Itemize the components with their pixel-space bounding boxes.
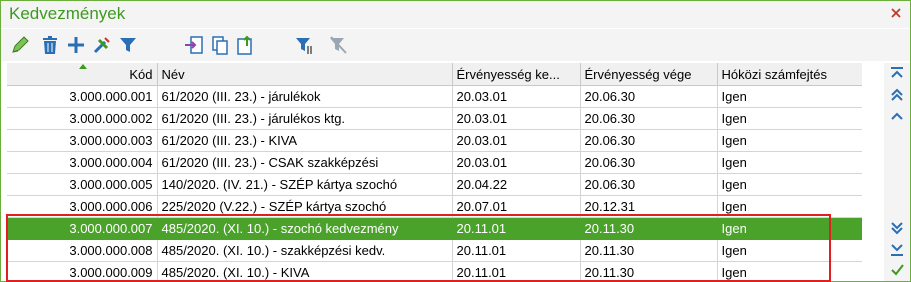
cell-hokozi: Igen xyxy=(717,217,862,240)
import-icon[interactable] xyxy=(181,32,207,58)
delete-icon[interactable] xyxy=(37,32,63,58)
sort-ascending-icon xyxy=(79,64,87,69)
cell-nev: 140/2020. (IV. 21.) - SZÉP kártya szochó xyxy=(157,173,453,196)
cell-kod: 3.000.000.006 xyxy=(7,195,158,218)
window-title: Kedvezmények xyxy=(9,4,126,23)
table-row[interactable]: 3.000.000.002 61/2020 (III. 23.) - járul… xyxy=(7,107,862,130)
first-page-icon[interactable] xyxy=(889,66,905,82)
cell-nev: 61/2020 (III. 23.) - járulékos ktg. xyxy=(157,107,453,130)
cell-hokozi: Igen xyxy=(717,129,862,152)
cell-nev: 61/2020 (III. 23.) - járulékok xyxy=(157,85,453,108)
title-bar: Kedvezmények xyxy=(1,1,910,28)
cell-kezdet: 20.03.01 xyxy=(452,85,581,108)
cell-vege: 20.06.30 xyxy=(580,129,718,152)
cell-vege: 20.11.30 xyxy=(580,239,718,262)
tools-icon[interactable] xyxy=(89,32,115,58)
export-icon[interactable] xyxy=(233,32,259,58)
column-header-hokozi[interactable]: Hóközi számfejtés xyxy=(717,63,862,86)
clear-filter-icon[interactable] xyxy=(325,32,351,58)
cell-nev: 485/2020. (XI. 10.) - szochó kedvezmény xyxy=(157,217,453,240)
cell-nev: 225/2020 (V.22.) - SZÉP kártya szochó xyxy=(157,195,453,218)
toolbar xyxy=(1,29,910,61)
dialog-window: Kedvezmények Kód Név Érvényesség ke... É… xyxy=(0,0,911,282)
cell-vege: 20.06.30 xyxy=(580,85,718,108)
page-up-icon[interactable] xyxy=(889,87,905,103)
table-row[interactable]: 3.000.000.009 485/2020. (XI. 10.) - KIVA… xyxy=(7,261,862,281)
cell-kezdet: 20.03.01 xyxy=(452,129,581,152)
cell-kezdet: 20.03.01 xyxy=(452,151,581,174)
cell-hokozi: Igen xyxy=(717,107,862,130)
close-icon[interactable] xyxy=(888,5,904,21)
cell-vege: 20.12.31 xyxy=(580,195,718,218)
last-page-icon[interactable] xyxy=(889,241,905,257)
cell-kod: 3.000.000.005 xyxy=(7,173,158,196)
confirm-icon[interactable] xyxy=(889,262,905,278)
cell-kezdet: 20.11.01 xyxy=(452,261,581,281)
table-row[interactable]: 3.000.000.006 225/2020 (V.22.) - SZÉP ká… xyxy=(7,195,862,218)
navigation-panel xyxy=(884,63,910,281)
cell-hokozi: Igen xyxy=(717,239,862,262)
cell-nev: 61/2020 (III. 23.) - KIVA xyxy=(157,129,453,152)
next-icon[interactable] xyxy=(889,220,905,236)
cell-nev: 61/2020 (III. 23.) - CSAK szakképzési xyxy=(157,151,453,174)
cell-hokozi: Igen xyxy=(717,151,862,174)
copy-icon[interactable] xyxy=(207,32,233,58)
cell-nev: 485/2020. (XI. 10.) - KIVA xyxy=(157,261,453,281)
table-header: Kód Név Érvényesség ke... Érvényesség vé… xyxy=(7,63,862,86)
cell-kezdet: 20.04.22 xyxy=(452,173,581,196)
filter-icon[interactable] xyxy=(115,32,141,58)
edit-icon[interactable] xyxy=(7,32,33,58)
cell-hokozi: Igen xyxy=(717,261,862,281)
cell-kezdet: 20.11.01 xyxy=(452,217,581,240)
table-row[interactable]: 3.000.000.001 61/2020 (III. 23.) - járul… xyxy=(7,85,862,108)
column-header-kod[interactable]: Kód xyxy=(7,63,158,86)
table-row[interactable]: 3.000.000.004 61/2020 (III. 23.) - CSAK … xyxy=(7,151,862,174)
cell-kod: 3.000.000.008 xyxy=(7,239,158,262)
table-row[interactable]: 3.000.000.005 140/2020. (IV. 21.) - SZÉP… xyxy=(7,173,862,196)
add-icon[interactable] xyxy=(63,32,89,58)
discount-table: Kód Név Érvényesség ke... Érvényesség vé… xyxy=(7,63,862,281)
filter-settings-icon[interactable] xyxy=(291,32,317,58)
cell-kod: 3.000.000.007 xyxy=(7,217,158,240)
column-header-vege[interactable]: Érvényesség vége xyxy=(580,63,718,86)
table-row[interactable]: 3.000.000.003 61/2020 (III. 23.) - KIVA … xyxy=(7,129,862,152)
column-header-nev[interactable]: Név xyxy=(157,63,453,86)
cell-hokozi: Igen xyxy=(717,173,862,196)
cell-vege: 20.11.30 xyxy=(580,261,718,281)
cell-hokozi: Igen xyxy=(717,195,862,218)
cell-kezdet: 20.07.01 xyxy=(452,195,581,218)
cell-nev: 485/2020. (XI. 10.) - szakképzési kedv. xyxy=(157,239,453,262)
cell-kod: 3.000.000.002 xyxy=(7,107,158,130)
cell-vege: 20.06.30 xyxy=(580,173,718,196)
cell-kod: 3.000.000.003 xyxy=(7,129,158,152)
cell-vege: 20.11.30 xyxy=(580,217,718,240)
cell-kod: 3.000.000.004 xyxy=(7,151,158,174)
cell-kezdet: 20.11.01 xyxy=(452,239,581,262)
column-header-kezdet[interactable]: Érvényesség ke... xyxy=(452,63,581,86)
cell-kod: 3.000.000.009 xyxy=(7,261,158,281)
table-row-selected[interactable]: 3.000.000.007 485/2020. (XI. 10.) - szoc… xyxy=(7,217,862,240)
cell-hokozi: Igen xyxy=(717,85,862,108)
previous-icon[interactable] xyxy=(889,108,905,124)
cell-kezdet: 20.03.01 xyxy=(452,107,581,130)
cell-vege: 20.06.30 xyxy=(580,107,718,130)
cell-vege: 20.06.30 xyxy=(580,151,718,174)
table-row[interactable]: 3.000.000.008 485/2020. (XI. 10.) - szak… xyxy=(7,239,862,262)
cell-kod: 3.000.000.001 xyxy=(7,85,158,108)
